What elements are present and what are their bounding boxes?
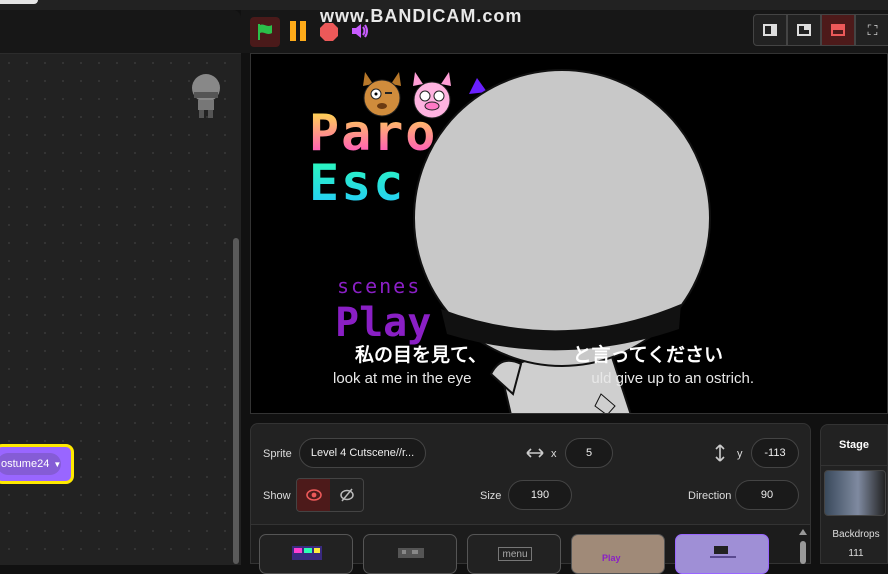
code-vertical-scrollbar[interactable] [233,238,239,564]
vertical-arrows-icon [715,444,725,462]
sprite-tile[interactable]: Play [571,534,665,574]
costume-dropdown[interactable]: ostume24 ▼ [0,453,61,475]
show-visible-button[interactable] [297,479,330,511]
direction-input[interactable]: 90 [735,480,799,510]
code-area[interactable] [0,53,241,565]
sprite-list-scrollbar[interactable] [797,527,809,564]
show-toggle [296,478,364,512]
sprite-name-input[interactable]: Level 4 Cutscene//r... [299,438,426,468]
sprite-thumbnail [292,546,322,560]
sprite-thumbnail-label: Play [602,553,621,563]
y-label: y [737,448,743,460]
sprite-label: Sprite [263,448,292,460]
pig-character [413,72,451,119]
show-hidden-button[interactable] [330,479,363,511]
dog-character [363,72,401,117]
small-stage-button[interactable] [753,14,787,46]
sprite-thumbnail [710,546,736,558]
costume-block[interactable]: ostume24 ▼ [0,444,74,484]
x-label: x [551,448,557,460]
sprite-tile[interactable] [259,534,353,574]
costume-dropdown-label: ostume24 [1,458,50,470]
y-input[interactable]: -113 [751,438,799,468]
subtitle-japanese: 私の目を見て、 と言ってください [355,345,724,366]
sprite-tile[interactable] [363,534,457,574]
current-sprite-thumbnail [192,74,220,118]
horizontal-arrows-icon [526,448,544,458]
large-stage-icon [831,24,845,36]
stage-pane-title: Stage [820,425,888,466]
sprite-thumbnail-label: menu [498,547,532,561]
normal-stage-button[interactable] [787,14,821,46]
size-input[interactable]: 190 [508,480,572,510]
subtitle-english: look at me in the eye uld give up to an … [333,370,755,387]
sprite-thumbnail [398,548,424,558]
small-stage-icon [763,24,777,36]
pause-button[interactable] [288,20,308,42]
green-flag-button[interactable] [250,17,280,47]
fullscreen-icon: ⛶ [867,21,878,38]
eye-icon [305,489,322,501]
pause-icon-bar [300,21,306,41]
direction-label: Direction [688,490,732,502]
menu-tab[interactable] [0,0,38,4]
normal-stage-icon [797,24,811,36]
backdrops-count: 111 [848,548,864,559]
sprite-tile-selected[interactable] [675,534,769,574]
stage-canvas[interactable]: Paro Esc scenes Play 私の目を見て、 と言ってください lo… [250,53,888,414]
stage-size-controls: ⛶ [753,14,888,48]
green-flag-icon [258,24,272,40]
code-area-header [0,10,241,53]
size-label: Size [480,490,502,502]
show-label: Show [263,490,291,502]
recording-watermark: www.BANDICAM.com [320,6,523,26]
backdrops-label: Backdrops [832,529,880,540]
x-input[interactable]: 5 [565,438,613,468]
large-stage-button[interactable] [821,14,855,46]
pause-icon-bar [290,21,296,41]
sprite-tile[interactable]: menu [467,534,561,574]
fullscreen-button[interactable]: ⛶ [855,14,888,46]
eye-slash-icon [339,488,354,502]
backdrop-thumbnail[interactable] [824,470,886,516]
chevron-down-icon: ▼ [53,460,62,469]
